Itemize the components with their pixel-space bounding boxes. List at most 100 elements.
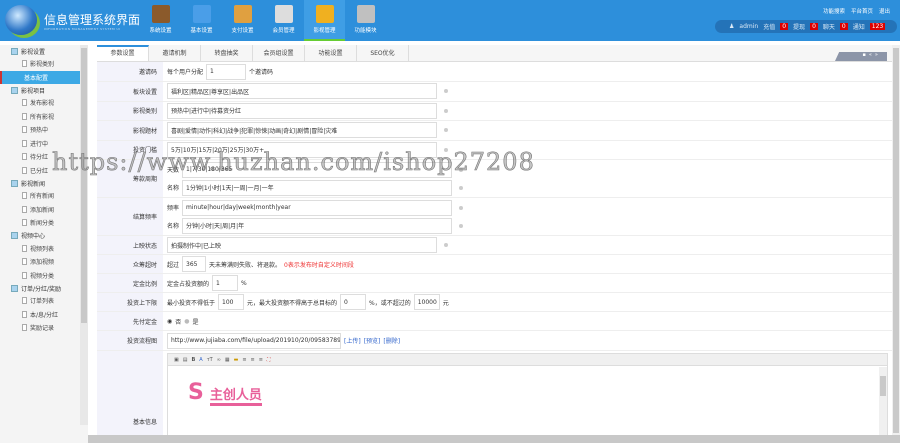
editor-content[interactable]: S 主创人员 — [168, 366, 887, 420]
tab-3[interactable]: 会员组设置 — [253, 45, 305, 61]
source-icon[interactable]: ▣ — [174, 357, 179, 363]
flow-url-input[interactable]: http://www.jujiaba.com/file/upload/20191… — [167, 332, 341, 349]
file-icon — [22, 205, 27, 213]
sidebar-item[interactable]: 本/息/分红 — [0, 308, 88, 322]
counter-label[interactable]: 提现 — [793, 22, 805, 31]
sidebar-item[interactable]: 发布影视 — [0, 96, 88, 110]
counter-label[interactable]: 聊天 — [823, 22, 835, 31]
nav-item-5[interactable]: 功能模块 — [345, 0, 386, 41]
align-left-icon[interactable]: ≡ — [242, 357, 246, 363]
timeout-input[interactable]: 365 — [182, 256, 207, 272]
radio-yes[interactable]: ● — [184, 318, 189, 325]
theme-input[interactable]: 喜剧|爱情|动作|科幻|战争|犯罪|惊悚|动画|奇幻|剧情|冒险|灾难 — [167, 122, 437, 139]
sidebar-item[interactable]: 视频分类 — [0, 269, 88, 283]
horizontal-scrollbar[interactable] — [88, 435, 900, 443]
logo-icon — [5, 5, 37, 35]
value-cell: 福利区|精品区|尊享区|出品区 — [163, 82, 892, 101]
sidebar-group[interactable]: 影视项目 — [0, 84, 88, 96]
sidebar-item[interactable]: 所有新闻 — [0, 189, 88, 203]
freq-names-input[interactable]: 分钟|小时|天|周|月|年 — [182, 217, 453, 234]
nav-item-3[interactable]: 会员管理 — [263, 0, 304, 41]
row-cycle: 筹款周期 天数 1|7|30|180|365 名称 1分钟|1小时|1天|一周|一月… — [97, 160, 892, 198]
freq-codes-input[interactable]: minute|hour|day|week|month|year — [182, 199, 453, 216]
sidebar-item[interactable]: 所有影视 — [0, 110, 88, 124]
label: 投资门槛 — [97, 140, 163, 159]
file-icon — [22, 324, 27, 332]
invite-count-input[interactable]: 1 — [206, 63, 247, 80]
label: 影视类别 — [97, 101, 163, 120]
max-input[interactable]: 10000 — [413, 294, 440, 310]
sidebar-item[interactable]: 订单列表 — [0, 294, 88, 308]
counter-label[interactable]: 充值 — [763, 22, 775, 31]
page-scroll-thumb[interactable] — [893, 48, 899, 433]
radio-no[interactable]: ◉ — [167, 318, 172, 325]
sidebar-group[interactable]: 订单/分红/奖励 — [0, 282, 88, 294]
category-input[interactable]: 预热中|进行中|待募资分红 — [167, 102, 437, 119]
min-input[interactable]: 100 — [218, 294, 245, 310]
sidebar-item[interactable]: 影视类别 — [0, 57, 88, 71]
paste-icon[interactable]: ▤ — [183, 357, 188, 363]
sidebar-item[interactable]: 基本配置 — [0, 70, 88, 84]
editor-scroll-thumb[interactable] — [880, 376, 886, 396]
preview-link[interactable]: [预览] — [364, 336, 381, 345]
board-input[interactable]: 福利区|精品区|尊享区|出品区 — [167, 83, 437, 100]
cycle-names-input[interactable]: 1分钟|1小时|1天|一周|一月|一年 — [182, 179, 453, 196]
upload-link[interactable]: [上传] — [344, 336, 361, 345]
nav-item-0[interactable]: 系统设置 — [140, 0, 181, 41]
s-logo-icon: S — [188, 380, 204, 405]
top-link[interactable]: 退出 — [879, 7, 890, 15]
sidebar-group[interactable]: 影视设置 — [0, 45, 88, 57]
nav-item-1[interactable]: 基本设置 — [181, 0, 222, 41]
row-category: 影视类别 预热中|进行中|待募资分红 — [97, 101, 892, 121]
threshold-input[interactable]: 5万|10万|15万|20万|25万|30万+ — [167, 141, 437, 158]
tab-5[interactable]: SEO优化 — [357, 45, 409, 61]
pct-input[interactable]: 0 — [340, 294, 367, 310]
sidebar-item[interactable]: 已分红 — [0, 164, 88, 178]
row-board: 板块设置 福利区|精品区|尊享区|出品区 — [97, 82, 892, 102]
sidebar-scroll-thumb[interactable] — [81, 48, 87, 323]
link-icon[interactable]: ∞ — [217, 357, 221, 363]
panel-controls[interactable]: ▪«» — [835, 52, 887, 61]
file-icon — [22, 310, 27, 318]
fullscreen-icon[interactable]: ⛶ — [267, 357, 271, 363]
sidebar-item[interactable]: 待分红 — [0, 150, 88, 164]
nav-item-4[interactable]: 影视管理 — [304, 0, 345, 41]
counter-label[interactable]: 通知 — [853, 22, 865, 31]
label: 上映状态 — [97, 236, 163, 254]
font-size-icon[interactable]: тT — [207, 357, 213, 363]
sidebar-item[interactable]: 新闻分类 — [0, 216, 88, 230]
rich-text-editor[interactable]: ▣ ▤ B AтT ∞ ▦ ▬ ≡ ≡ ≡ ⛶ S 主创人员 — [167, 353, 888, 439]
row-basic: 基本信息 ▣ ▤ B AтT ∞ ▦ ▬ ≡ ≡ ≡ ⛶ S 主创人员 — [97, 351, 892, 441]
table-icon[interactable]: ▬ — [234, 357, 239, 363]
tab-1[interactable]: 邀请机制 — [149, 45, 201, 61]
tab-0[interactable]: 参数设置 — [97, 45, 149, 61]
tab-2[interactable]: 转盘抽奖 — [201, 45, 253, 61]
counter-badge: 0 — [810, 23, 818, 30]
text: 天数 — [167, 167, 180, 174]
sidebar-group[interactable]: 影视新闻 — [0, 177, 88, 189]
image-icon[interactable]: ▦ — [225, 357, 230, 363]
deposit-input[interactable]: 1 — [212, 275, 239, 291]
sidebar-group[interactable]: 视频中心 — [0, 230, 88, 242]
sidebar-item[interactable]: 添加视频 — [0, 255, 88, 269]
tab-4[interactable]: 功能设置 — [305, 45, 357, 61]
bold-icon[interactable]: B — [191, 357, 195, 363]
sidebar-item[interactable]: 预热中 — [0, 123, 88, 137]
sidebar-item[interactable]: 进行中 — [0, 137, 88, 151]
sidebar-item[interactable]: 奖励记录 — [0, 321, 88, 335]
align-right-icon[interactable]: ≡ — [259, 357, 263, 363]
sidebar-item[interactable]: 视频列表 — [0, 242, 88, 256]
group-label: 订单/分红/奖励 — [21, 285, 62, 293]
status-input[interactable]: 拍摄制作中|已上映 — [167, 237, 437, 253]
help-icon — [444, 108, 448, 113]
cycle-days-input[interactable]: 1|7|30|180|365 — [182, 161, 453, 178]
item-label: 所有新闻 — [30, 193, 55, 201]
top-link[interactable]: 功能搜索 — [823, 7, 845, 15]
sidebar-item[interactable]: 添加新闻 — [0, 203, 88, 217]
top-link[interactable]: 平台首页 — [851, 7, 873, 15]
username[interactable]: admin — [739, 23, 758, 30]
nav-item-2[interactable]: 支付设置 — [222, 0, 263, 41]
font-color-icon[interactable]: A — [199, 357, 202, 363]
delete-link[interactable]: [删除] — [383, 336, 400, 345]
align-center-icon[interactable]: ≡ — [251, 357, 255, 363]
